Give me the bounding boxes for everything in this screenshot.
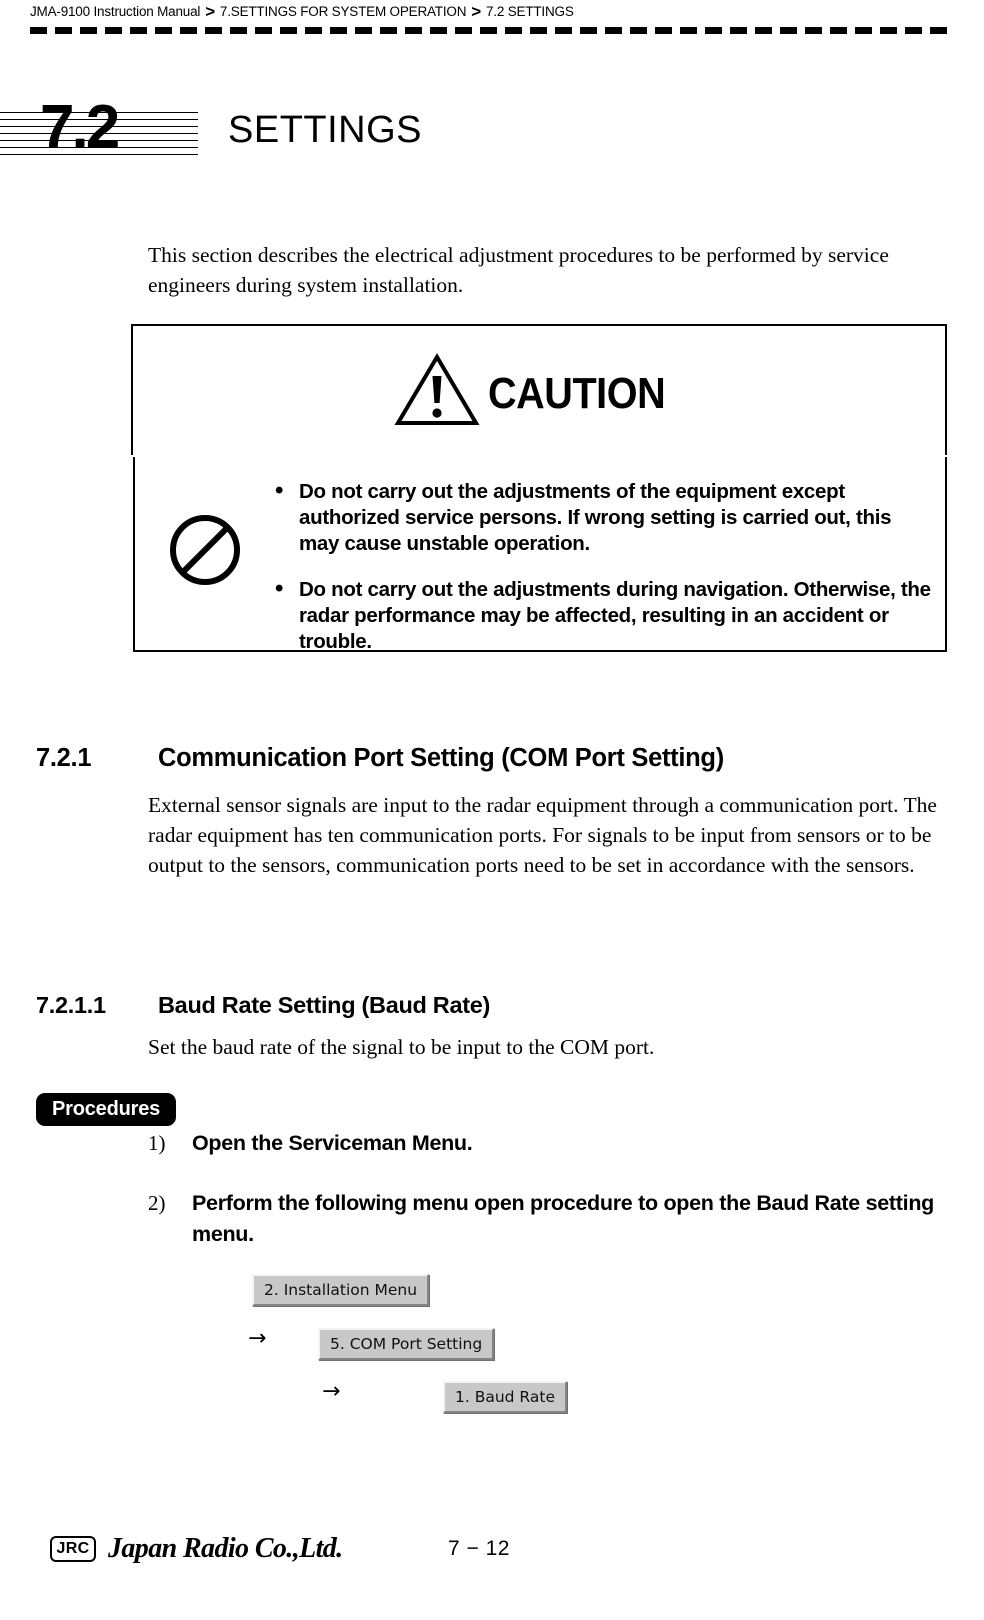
warning-triangle-exclamation-icon xyxy=(394,352,480,428)
header-dashed-rule xyxy=(30,27,952,34)
caution-heading-text: CAUTION xyxy=(487,368,666,418)
procedures-badge: Procedures xyxy=(36,1093,177,1126)
breadcrumb: JMA-9100 Instruction Manual > 7.SETTINGS… xyxy=(30,0,574,22)
section-title: Communication Port Setting (COM Port Set… xyxy=(158,744,724,772)
page-title: SETTINGS xyxy=(228,109,423,151)
intro-paragraph: This section describes the electrical ad… xyxy=(148,243,889,297)
caution-heading-group: CAUTION xyxy=(131,324,947,455)
caution-list-item: • Do not carry out the adjustments durin… xyxy=(275,577,933,655)
caution-item-list: • Do not carry out the adjustments of th… xyxy=(275,457,949,655)
prohibition-circle-icon xyxy=(167,512,243,593)
breadcrumb-separator-icon: > xyxy=(471,1,481,21)
breadcrumb-item-manual: JMA-9100 Instruction Manual xyxy=(30,3,201,19)
caution-content: • Do not carry out the adjustments of th… xyxy=(135,457,949,653)
company-name: Japan Radio Co.,Ltd. xyxy=(108,1533,343,1564)
step-text: Open the Serviceman Menu. xyxy=(192,1131,473,1155)
caution-item-text: Do not carry out the adjustments during … xyxy=(299,578,931,653)
section-paragraph-7-2-1: External sensor signals are input to the… xyxy=(148,793,937,877)
chapter-number: 7.2 xyxy=(40,93,120,162)
menu-button-com-port-setting[interactable]: 5. COM Port Setting xyxy=(318,1328,495,1360)
prohibition-icon-cell xyxy=(135,457,275,648)
subsection-title: Baud Rate Setting (Baud Rate) xyxy=(158,992,491,1018)
chapter-title-block: 7.2 SETTINGS xyxy=(0,92,984,172)
section-paragraph-7-2-1-1: Set the baud rate of the signal to be in… xyxy=(148,1035,655,1059)
step-text: Perform the following menu open procedur… xyxy=(192,1191,934,1246)
menu-path-arrow-icon: → xyxy=(322,1379,341,1404)
menu-path-arrow-icon: → xyxy=(248,1326,267,1351)
menu-button-baud-rate[interactable]: 1. Baud Rate xyxy=(443,1381,567,1413)
section-number: 7.2.1 xyxy=(36,744,92,772)
section-heading-7-2-1-1: 7.2.1.1 Baud Rate Setting (Baud Rate) xyxy=(36,989,490,1021)
breadcrumb-item-section: 7.2 SETTINGS xyxy=(486,3,574,19)
caution-list-item: • Do not carry out the adjustments of th… xyxy=(275,479,933,557)
page-number: 7 − 12 xyxy=(448,1537,510,1560)
breadcrumb-item-chapter: 7.SETTINGS FOR SYSTEM OPERATION xyxy=(219,3,467,19)
caution-item-text: Do not carry out the adjustments of the … xyxy=(299,480,892,555)
menu-button-installation-menu[interactable]: 2. Installation Menu xyxy=(252,1274,430,1306)
step-number: 1) xyxy=(148,1131,166,1155)
page-footer: JRC Japan Radio Co.,Ltd. 7 − 12 xyxy=(0,1528,984,1588)
subsection-number: 7.2.1.1 xyxy=(36,992,106,1018)
bullet-icon: • xyxy=(275,477,284,504)
breadcrumb-separator-icon: > xyxy=(205,1,215,21)
caution-box: CAUTION • Do not carry out the adjustmen… xyxy=(131,324,949,653)
caution-body-cell: • Do not carry out the adjustments of th… xyxy=(133,457,949,653)
procedure-step: 2) Perform the following menu open proce… xyxy=(148,1188,938,1250)
section-heading-7-2-1: 7.2.1 Communication Port Setting (COM Po… xyxy=(36,741,724,775)
jrc-logo-mark: JRC xyxy=(50,1536,96,1562)
bullet-icon: • xyxy=(275,575,284,602)
step-number: 2) xyxy=(148,1191,166,1215)
procedure-step: 1) Open the Serviceman Menu. xyxy=(148,1128,938,1159)
